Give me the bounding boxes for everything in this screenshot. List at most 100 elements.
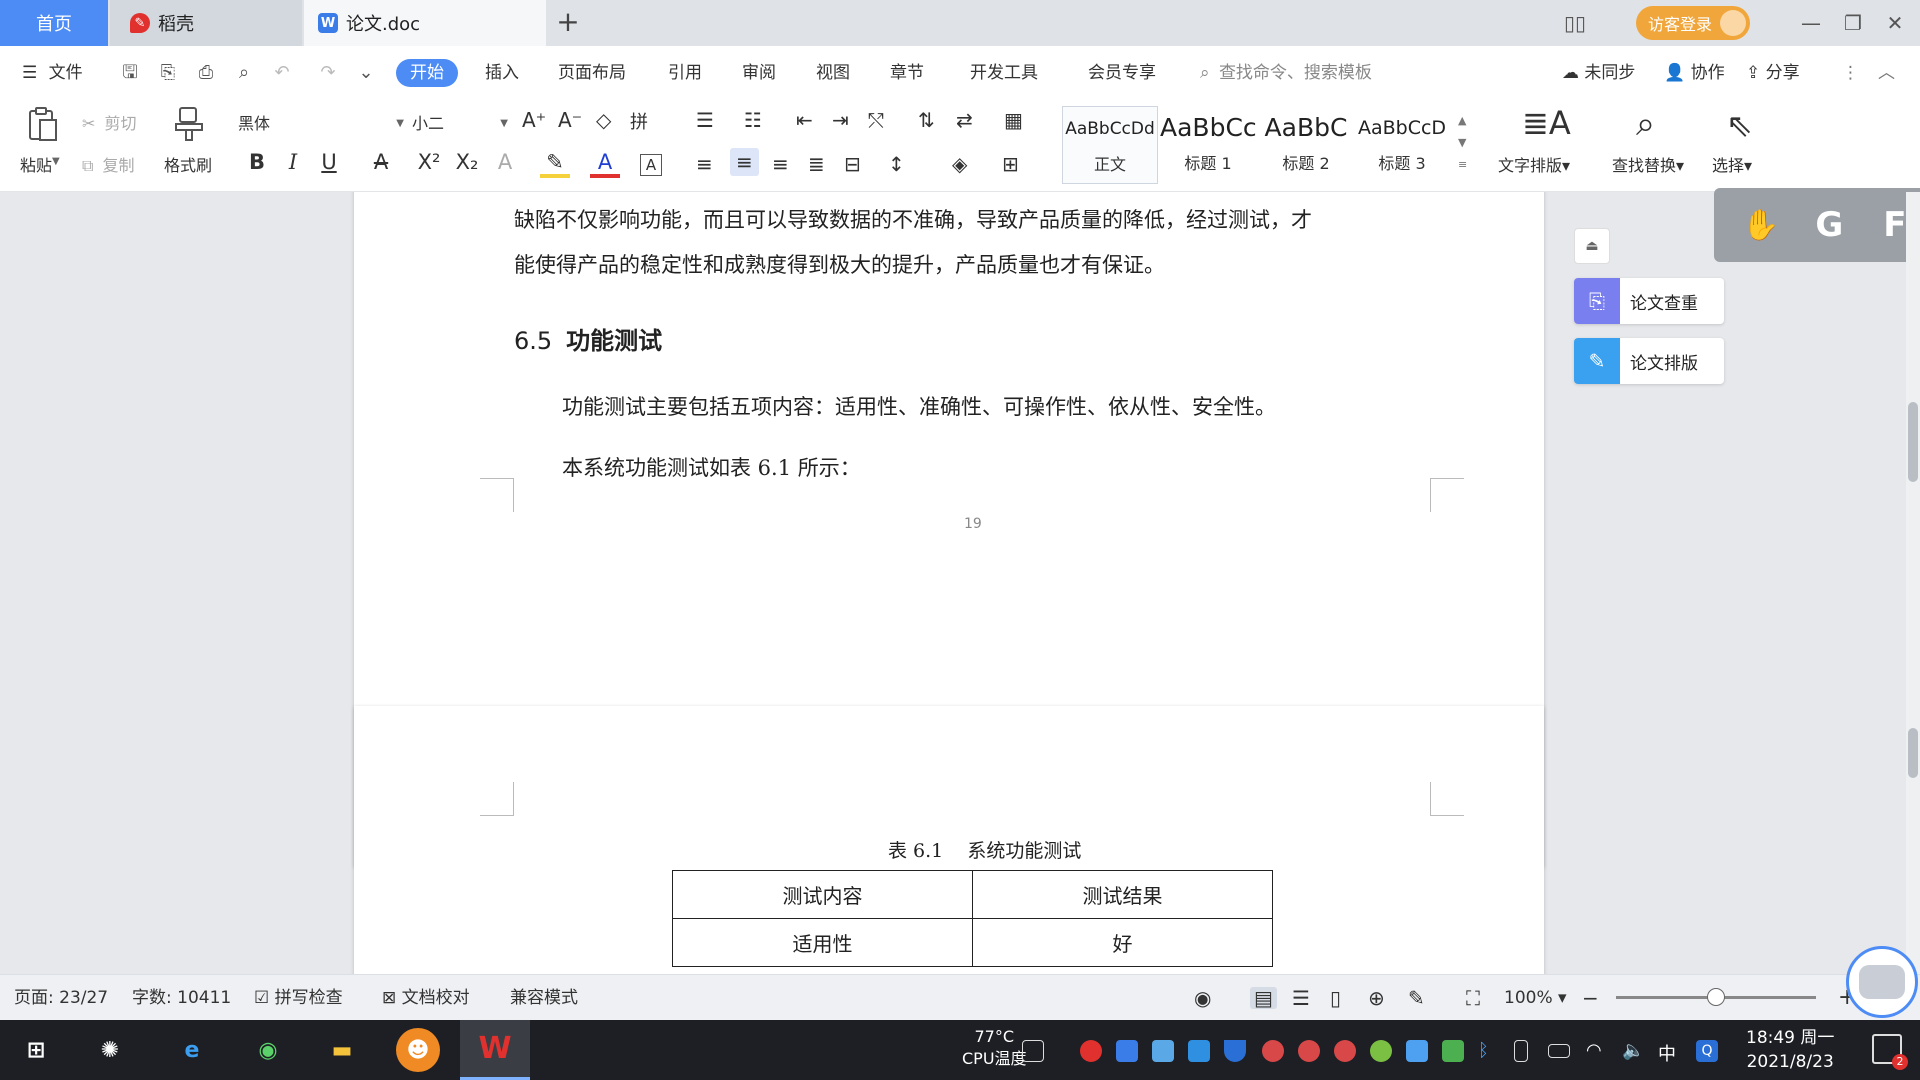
tab-developer[interactable]: 开发工具 [970, 59, 1038, 87]
page-indicator[interactable]: 页面: 23/27 [14, 987, 108, 1009]
input-lang[interactable]: 中 [1658, 1040, 1680, 1065]
increase-indent-icon[interactable]: ⇥ [832, 108, 849, 132]
more-icon[interactable]: ⋮ [1842, 59, 1859, 87]
format-painter-label[interactable]: 格式刷 [164, 152, 212, 176]
tray-app-icon[interactable] [1334, 1040, 1356, 1062]
tab-insert[interactable]: 插入 [485, 59, 519, 87]
font-color-icon[interactable]: A [590, 150, 620, 178]
italic-icon[interactable]: I [278, 150, 308, 174]
copy-button[interactable]: ⧉ 复制 [82, 152, 135, 176]
tray-app-icon[interactable] [1152, 1040, 1174, 1062]
bullet-list-icon[interactable]: ☰ [696, 108, 714, 132]
increase-font-icon[interactable]: A⁺ [522, 108, 546, 132]
reading-view-icon[interactable]: ▯ [1330, 987, 1341, 1009]
decrease-indent-icon[interactable]: ⇤ [796, 108, 813, 132]
chinese-layout-icon[interactable]: ⤲ [868, 108, 884, 132]
underline-icon[interactable]: U [314, 150, 344, 174]
layout-toggle-icon[interactable]: ▯▯ [1554, 11, 1596, 35]
align-right-icon[interactable]: ≡ [772, 152, 789, 176]
highlight-icon[interactable]: ✎ [540, 150, 570, 178]
borders-icon[interactable]: ⊞ [1002, 152, 1019, 176]
line-spacing-icon[interactable]: ↕ [888, 152, 905, 176]
justify-icon[interactable]: ≣ [808, 152, 825, 176]
document-page[interactable]: 表 6.1 系统功能测试 测试内容 测试结果 适用性 好 [354, 706, 1544, 974]
share-button[interactable]: ⇪ 分享 [1746, 59, 1800, 87]
redo-icon[interactable]: ↷ [316, 61, 340, 85]
undo-icon[interactable]: ↶ [270, 61, 294, 85]
nvidia-icon[interactable] [1442, 1040, 1464, 1062]
text-effect-icon[interactable]: A [490, 150, 520, 174]
tray-app-icon[interactable] [1116, 1040, 1138, 1062]
style-gallery-scroll[interactable]: ▲ ▼ ≡ [1458, 110, 1467, 176]
table-cell[interactable]: 好 [972, 918, 1273, 967]
zoom-slider-knob[interactable] [1707, 988, 1725, 1006]
subscript-icon[interactable]: X₂ [452, 150, 482, 174]
vertical-scrollbar[interactable] [1906, 192, 1920, 974]
tab-daoke[interactable]: ✎ 稻壳 [110, 0, 302, 46]
bold-icon[interactable]: B [242, 150, 272, 174]
table-header-cell[interactable]: 测试内容 [672, 870, 973, 919]
style-heading-2[interactable]: AaBbC 标题 2 [1258, 106, 1354, 184]
decrease-font-icon[interactable]: A⁻ [558, 108, 582, 132]
tray-app-icon[interactable] [1262, 1040, 1284, 1062]
bluetooth-icon[interactable]: ᛒ [1478, 1040, 1500, 1062]
word-count[interactable]: 字数: 10411 [132, 987, 231, 1009]
select-pointer-icon[interactable]: ⇖ [1726, 106, 1753, 144]
spell-check-button[interactable]: ☑ 拼写检查 [254, 987, 343, 1009]
keyboard-tray-icon[interactable] [1022, 1040, 1044, 1062]
tray-app-icon[interactable] [1188, 1040, 1210, 1062]
tray-app-icon[interactable] [1298, 1040, 1320, 1062]
strikethrough-icon[interactable]: A [366, 150, 396, 174]
close-button[interactable]: ✕ [1874, 11, 1916, 35]
superscript-icon[interactable]: X² [414, 150, 444, 174]
tab-chapter[interactable]: 章节 [890, 59, 924, 87]
distribute-icon[interactable]: ⊟ [844, 152, 861, 176]
windows-start-icon[interactable]: ⊞ [14, 1028, 58, 1072]
text-layout-icon[interactable]: ≣A [1522, 104, 1571, 142]
file-menu[interactable]: ☰ 文件 [22, 59, 83, 87]
tray-app-icon[interactable] [1406, 1040, 1428, 1062]
wifi-icon[interactable]: ◠ [1586, 1040, 1608, 1062]
sync-button[interactable]: ☁ 未同步 [1562, 59, 1635, 87]
assistant-bubble[interactable] [1846, 946, 1918, 1018]
tray-app-icon[interactable] [1370, 1040, 1392, 1062]
shield-icon[interactable] [1224, 1040, 1246, 1062]
fit-page-icon[interactable]: ⛶ [1466, 987, 1480, 1009]
numbered-list-icon[interactable]: ☷ [744, 108, 762, 132]
paper-layout-button[interactable]: ✎ 论文排版 [1574, 338, 1724, 384]
new-tab-button[interactable]: + [552, 7, 584, 39]
eye-protect-icon[interactable]: ◉ [1194, 987, 1211, 1009]
proofread-button[interactable]: ⊠ 文档校对 [382, 987, 470, 1009]
clear-format-icon[interactable]: ◇ [596, 108, 611, 132]
collaborate-button[interactable]: 👤 协作 [1664, 59, 1725, 87]
zoom-out-icon[interactable]: − [1582, 987, 1599, 1009]
save-icon[interactable]: 🖫 [118, 61, 142, 85]
print-preview-icon[interactable]: ⌕ [232, 61, 256, 85]
wps-taskbar-icon[interactable]: W [460, 1020, 530, 1080]
font-size-select[interactable]: 小二 ▼ [412, 110, 512, 138]
char-border-icon[interactable]: A [640, 154, 662, 176]
restore-button[interactable]: ❐ [1832, 11, 1874, 35]
show-marks-icon[interactable]: ⇄ [956, 108, 973, 132]
cut-button[interactable]: ✂ 剪切 [82, 110, 137, 134]
find-replace-icon[interactable]: ⌕ [1636, 104, 1655, 144]
phonetic-guide-icon[interactable]: 拼 [630, 108, 648, 134]
text-layout-button[interactable]: 文字排版▾ [1498, 152, 1570, 176]
table-cell[interactable]: 适用性 [672, 918, 973, 967]
tab-review[interactable]: 审阅 [742, 59, 776, 87]
tab-start[interactable]: 开始 [396, 59, 458, 87]
tab-page-layout[interactable]: 页面布局 [558, 59, 626, 87]
customize-toolbar-icon[interactable]: ⌄ [354, 61, 378, 85]
format-painter-icon[interactable] [172, 106, 206, 142]
style-normal[interactable]: AaBbCcDd 正文 [1062, 106, 1158, 184]
sort-icon[interactable]: ⇅ [918, 108, 935, 132]
qq-input-icon[interactable]: Q [1696, 1040, 1718, 1062]
command-search[interactable]: ⌕ 查找命令、搜索模板 [1200, 59, 1372, 87]
browser-360-icon[interactable]: ◉ [246, 1028, 290, 1072]
zoom-select[interactable]: 100% ▾ [1504, 987, 1567, 1009]
paper-check-button[interactable]: ⎘ 论文查重 [1574, 278, 1724, 324]
align-center-icon[interactable]: ≡ [730, 148, 759, 176]
file-explorer-icon[interactable]: ▬ [320, 1028, 364, 1072]
usb-icon[interactable] [1514, 1040, 1528, 1062]
paste-icon[interactable] [26, 106, 60, 142]
